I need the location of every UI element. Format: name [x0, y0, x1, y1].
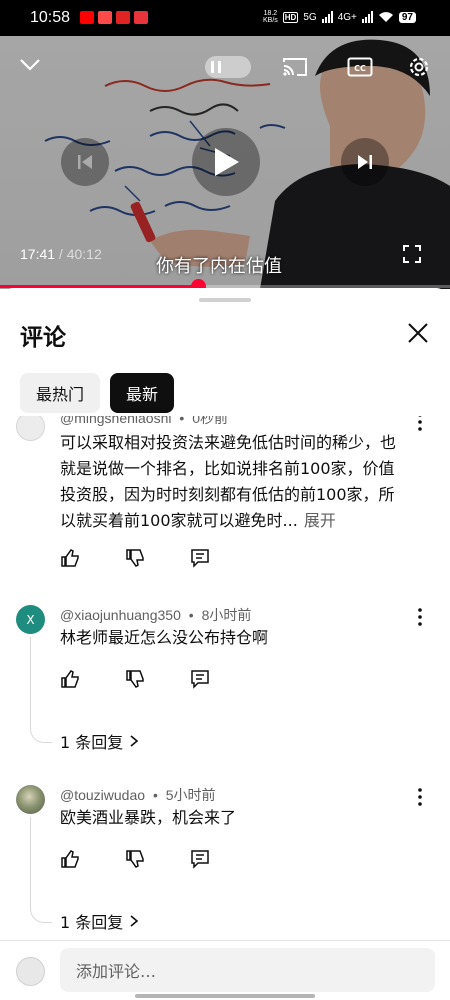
comment-actions	[60, 548, 210, 568]
reply-icon[interactable]	[190, 669, 210, 689]
next-button[interactable]	[341, 138, 389, 186]
cast-icon[interactable]	[282, 56, 308, 78]
add-comment-bar: 添加评论…	[0, 940, 450, 1000]
comment-time: 0秒前	[192, 416, 228, 426]
view-replies-button[interactable]: 1 条回复	[60, 909, 139, 933]
signal-icon	[321, 11, 333, 23]
chevron-right-icon	[130, 735, 139, 747]
autoplay-toggle[interactable]	[205, 56, 251, 78]
network-speed: 18.2 KB/s	[262, 10, 278, 24]
network-type-1: 5G	[303, 11, 317, 23]
previous-button[interactable]	[61, 138, 109, 186]
current-time: 17:41	[20, 246, 56, 262]
comment-time: 5小时前	[165, 787, 216, 803]
more-vertical-icon[interactable]	[414, 416, 426, 432]
gear-icon[interactable]	[406, 54, 432, 80]
network-type-2: 4G+	[337, 11, 357, 23]
comment-author[interactable]: @mingshenlaoshi	[60, 416, 172, 426]
add-comment-input[interactable]: 添加评论…	[60, 948, 435, 992]
drag-handle[interactable]	[199, 298, 251, 302]
user-avatar	[16, 957, 45, 986]
duration: 40:12	[66, 246, 102, 262]
video-player[interactable]: CC 17:41 / 40:12 你有了内在估值	[0, 36, 450, 289]
thumb-down-icon[interactable]	[125, 548, 145, 568]
close-icon[interactable]	[405, 320, 431, 346]
status-bar: 10:58 18.2 KB/s HD 5G 4G+ 97	[0, 0, 450, 36]
avatar[interactable]	[16, 416, 45, 441]
comment-text: 可以采取相对投资法来避免低估时间的稀少，也就是说做一个排名，比如说排名前100家…	[60, 433, 397, 530]
signal-icon	[361, 11, 373, 23]
avatar[interactable]: X	[16, 605, 45, 634]
youtube-app-icon	[80, 11, 94, 24]
comment-author[interactable]: @xiaojunhuang350	[60, 607, 181, 623]
thread-line	[30, 637, 52, 743]
replies-count: 1 条回复	[60, 733, 124, 752]
more-vertical-icon[interactable]	[414, 787, 426, 807]
play-icon	[215, 148, 239, 176]
comment-text: 欧美酒业暴跌，机会来了	[60, 808, 237, 827]
notification-icons	[80, 11, 148, 24]
captions-icon[interactable]: CC	[347, 57, 373, 77]
meta-separator: •	[179, 416, 185, 426]
thumb-up-icon[interactable]	[60, 669, 80, 689]
comment-meta: @xiaojunhuang350 • 8小时前	[60, 605, 251, 625]
comment-actions	[60, 669, 210, 689]
avatar-letter: X	[26, 612, 35, 627]
thumb-up-icon[interactable]	[60, 548, 80, 568]
gift-app-icon	[134, 11, 148, 24]
status-indicators: 18.2 KB/s HD 5G 4G+ 97	[263, 10, 416, 24]
avatar[interactable]	[16, 785, 45, 814]
comments-panel: 评论 最热门 最新 @mingshenlaoshi • 0秒前 可以采取相对投资…	[0, 288, 450, 1000]
meta-separator: •	[152, 787, 158, 803]
comment-time: 8小时前	[201, 607, 252, 623]
chevron-down-icon[interactable]	[18, 56, 42, 72]
sort-filters: 最热门 最新	[20, 373, 175, 413]
expand-link[interactable]: 展开	[304, 511, 336, 530]
thread-line	[30, 817, 52, 923]
shopping-app-icon	[98, 11, 112, 24]
thumb-up-icon[interactable]	[60, 849, 80, 869]
gesture-bar	[135, 994, 315, 998]
replies-count: 1 条回复	[60, 913, 124, 932]
filter-top[interactable]: 最热门	[20, 373, 101, 413]
svg-text:CC: CC	[354, 64, 366, 73]
meta-separator: •	[188, 607, 194, 623]
comment-text: 林老师最近怎么没公布持仓啊	[60, 628, 269, 647]
pause-icon	[211, 61, 221, 73]
comment-author[interactable]: @touziwudao	[60, 787, 145, 803]
wifi-icon	[378, 12, 393, 22]
red-app-icon	[116, 11, 130, 24]
comment-list[interactable]: @mingshenlaoshi • 0秒前 可以采取相对投资法来避免低估时间的稀…	[0, 416, 450, 940]
time-separator: /	[55, 246, 67, 262]
view-replies-button[interactable]: 1 条回复	[60, 729, 139, 753]
comment-meta: @touziwudao • 5小时前	[60, 785, 216, 805]
filter-newest[interactable]: 最新	[110, 373, 175, 413]
skip-previous-icon	[78, 155, 92, 169]
time-display: 17:41 / 40:12	[20, 246, 102, 262]
thumb-down-icon[interactable]	[125, 669, 145, 689]
reply-icon[interactable]	[190, 849, 210, 869]
reply-icon[interactable]	[190, 548, 210, 568]
comments-title: 评论	[20, 325, 66, 351]
chevron-right-icon	[130, 915, 139, 927]
skip-next-icon	[358, 155, 372, 169]
status-time: 10:58	[30, 9, 71, 26]
fullscreen-icon[interactable]	[403, 245, 421, 263]
comment-meta: @mingshenlaoshi • 0秒前	[60, 416, 228, 428]
play-button[interactable]	[192, 128, 260, 196]
video-caption: 你有了内在估值	[156, 256, 282, 277]
hd-voice-badge: HD	[282, 11, 299, 23]
comment-actions	[60, 849, 210, 869]
thumb-down-icon[interactable]	[125, 849, 145, 869]
more-vertical-icon[interactable]	[414, 607, 426, 627]
battery-indicator: 97	[398, 11, 416, 23]
